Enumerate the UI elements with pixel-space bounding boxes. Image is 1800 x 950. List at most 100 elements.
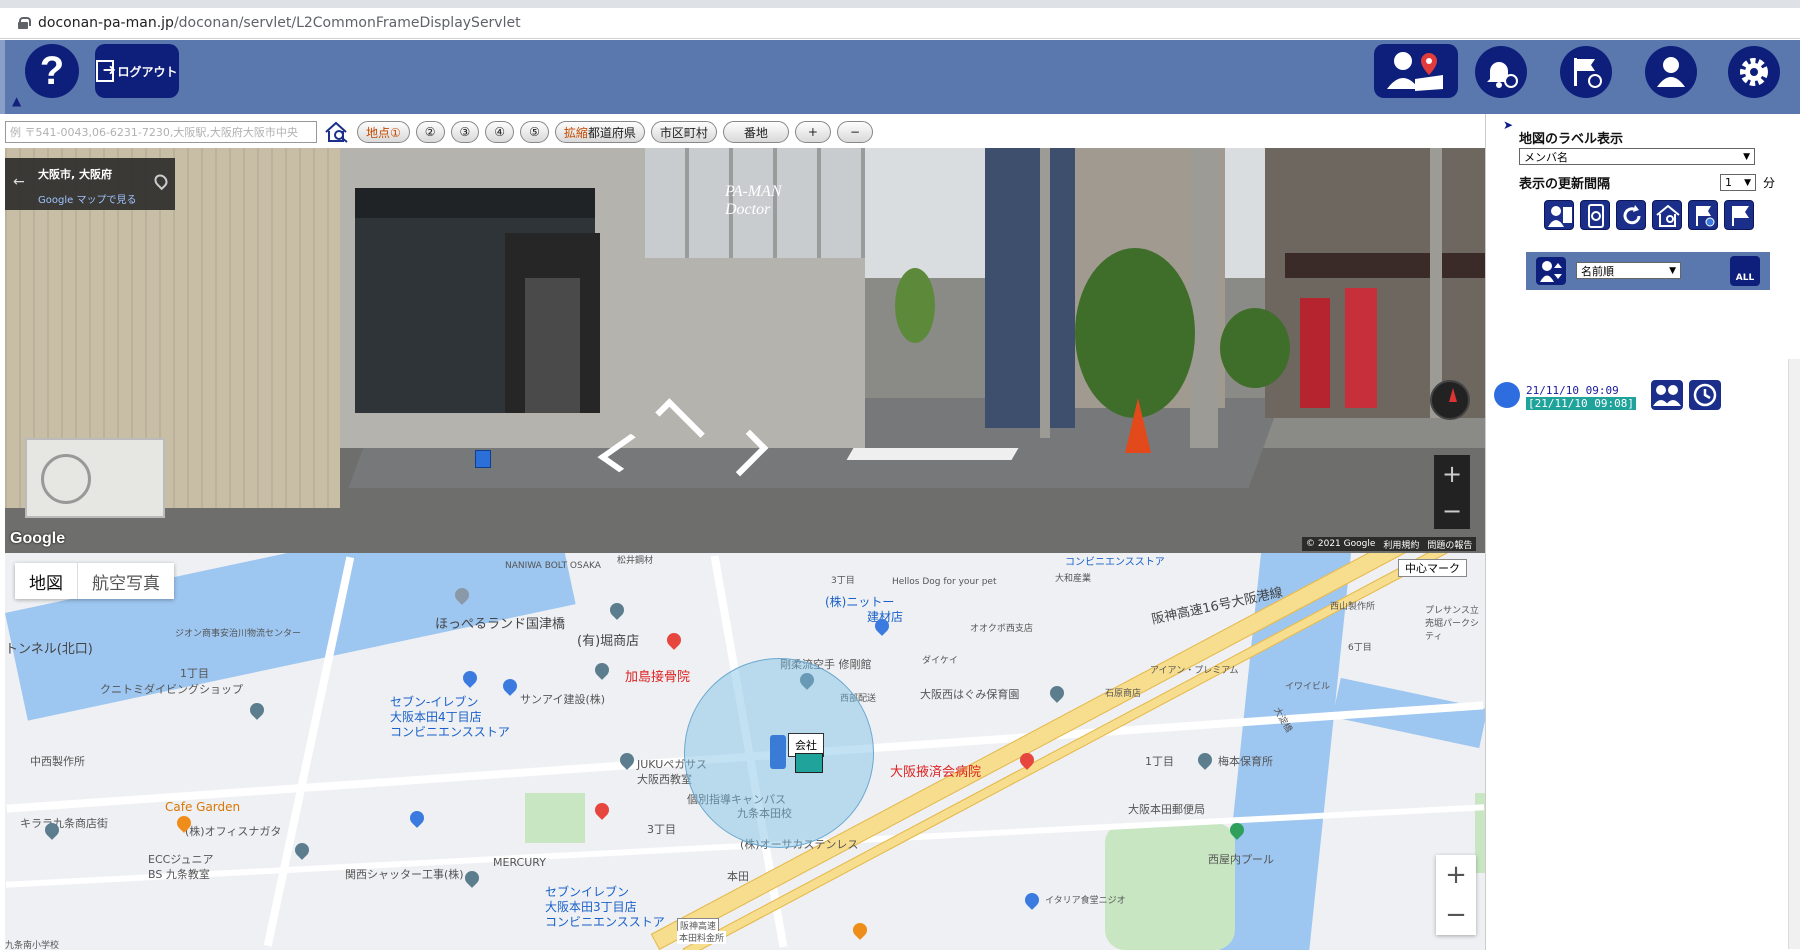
map-label-umemoto: 梅本保育所 <box>1218 755 1273 768</box>
home-search-panel-button[interactable] <box>1652 200 1682 230</box>
map-pin[interactable] <box>592 660 612 680</box>
sort-order-value: 名前順 <box>1581 264 1614 278</box>
sv-air-conditioner <box>25 438 165 518</box>
map-pin-blue[interactable] <box>460 668 480 688</box>
member-row[interactable]: 21/11/10 09:09 [21/11/10 09:08] <box>1494 376 1794 416</box>
map-pin-red[interactable] <box>592 800 612 820</box>
point-1-button[interactable]: 地点① <box>357 121 410 143</box>
home-search-button[interactable] <box>323 120 351 144</box>
map-label-conveni-top: コンビニエンスストア <box>1065 557 1165 568</box>
member-marker-icon[interactable] <box>770 735 786 769</box>
member-location-icon <box>1387 52 1443 91</box>
street-view-footer: © 2021 Google 利用規約 問題の報告 <box>1302 537 1477 551</box>
map-pin[interactable] <box>1047 683 1067 703</box>
map-pin[interactable] <box>292 840 312 860</box>
map-label-office: (株)オフィスナガタ <box>185 825 282 838</box>
notification-settings-button[interactable] <box>1475 46 1527 98</box>
sv-traffic-cone <box>1125 398 1151 453</box>
map-pin[interactable] <box>247 700 267 720</box>
member-group-button[interactable] <box>1651 380 1683 410</box>
map-label-sanai: サンアイ建設(株) <box>520 693 606 706</box>
map-zoom-out-button[interactable]: − <box>1445 900 1467 930</box>
sv-member-marker[interactable] <box>475 450 491 468</box>
all-label: ALL <box>1735 273 1755 283</box>
location-title: 大阪市, 大阪府 <box>38 168 113 181</box>
sv-entrance-inner <box>525 278 580 413</box>
open-in-gmaps-link[interactable]: Google マップで見る <box>38 191 136 206</box>
flag-search-button[interactable] <box>1688 200 1718 230</box>
map-label-chome6: 6丁目 <box>1348 643 1372 653</box>
map-type-aerial-button[interactable]: 航空写真 <box>78 563 174 599</box>
map-label-kato: 加島接骨院 <box>625 670 691 685</box>
map-pin-blue[interactable] <box>500 676 520 696</box>
map-label-horiyu: (有)堀商店 <box>577 634 640 649</box>
sort-order-select[interactable]: 名前順 ▼ <box>1576 262 1681 279</box>
settings-button[interactable] <box>1728 46 1780 98</box>
map-pin-blue[interactable] <box>1022 890 1042 910</box>
point-4-button[interactable]: ④ <box>485 121 515 143</box>
sv-zoom-in-button[interactable]: + <box>1442 460 1462 488</box>
point-2-button[interactable]: ② <box>415 121 445 143</box>
member-history-button[interactable] <box>1689 380 1721 410</box>
panel-scrollbar[interactable] <box>1788 359 1800 949</box>
help-button[interactable]: ? <box>25 44 79 98</box>
city-zoom-button[interactable]: 市区町村 <box>650 121 717 143</box>
member-list-icon <box>1548 206 1572 227</box>
map-label-seven-a3: コンビニエンスストア <box>390 725 510 739</box>
label-display-select[interactable]: メンバ名 ▼ <box>1519 148 1755 165</box>
map-label-hanshin-honden2: 本田料金所 <box>677 931 727 944</box>
member-vehicle-icon[interactable] <box>795 753 823 773</box>
flag-settings-button[interactable] <box>1560 46 1612 98</box>
map-pin-red[interactable] <box>664 630 684 650</box>
map-label-ecc: ECCジュニア <box>148 853 214 866</box>
chevron-down-icon: ▼ <box>1669 265 1676 276</box>
sort-button[interactable] <box>1536 257 1566 285</box>
point-3-button[interactable]: ③ <box>450 121 480 143</box>
zoom-in-button[interactable]: + <box>794 121 831 143</box>
address-search-input[interactable] <box>5 121 317 143</box>
map-type-map-button[interactable]: 地図 <box>15 563 78 599</box>
sv-building-blue <box>985 148 1075 428</box>
back-arrow-icon[interactable]: ← <box>13 174 25 190</box>
street-view-zoom-control: + − <box>1434 455 1470 529</box>
prefecture-zoom-button[interactable]: 拡縮 都道府県 <box>554 121 645 143</box>
map-pin-orange[interactable] <box>850 920 870 940</box>
user-profile-button[interactable] <box>1645 46 1697 98</box>
map-pin[interactable] <box>607 600 627 620</box>
address-bar[interactable]: doconan-pa-man.jp/doconan/servlet/L2Comm… <box>0 8 1800 39</box>
map-label-honden: 本田 <box>727 870 749 883</box>
sv-terms-link[interactable]: 利用規約 <box>1383 538 1419 551</box>
member-list-button[interactable] <box>1544 200 1574 230</box>
zoom-out-button[interactable]: − <box>836 121 874 143</box>
navigation-arrow-icon[interactable]: ▲ <box>12 94 21 108</box>
point-5-button[interactable]: ⑤ <box>520 121 549 143</box>
sv-zoom-out-button[interactable]: − <box>1442 497 1462 525</box>
refresh-interval-select[interactable]: 1 ▼ <box>1720 174 1756 191</box>
flag-view-button[interactable] <box>1724 200 1754 230</box>
refresh-button[interactable] <box>1616 200 1646 230</box>
logout-button[interactable]: ログアウト <box>95 44 179 98</box>
map-label-seven-b3: コンビニエンスストア <box>545 915 665 929</box>
label-display-heading: 地図のラベル表示 <box>1519 132 1624 147</box>
url-text[interactable]: doconan-pa-man.jp/doconan/servlet/L2Comm… <box>38 15 521 31</box>
logout-icon <box>96 60 116 82</box>
map-type-control: 地図 航空写真 <box>15 563 174 599</box>
map-pin[interactable] <box>462 868 482 888</box>
map-pin-blue[interactable] <box>407 808 427 828</box>
panel-toggle-arrow-icon[interactable]: ➤ <box>1503 118 1513 132</box>
map-pin[interactable] <box>1195 750 1215 770</box>
refresh-unit-label: 分 <box>1763 176 1776 190</box>
home-search-icon <box>1656 204 1680 227</box>
sort-icon <box>1540 261 1562 282</box>
show-all-button[interactable]: ALL <box>1730 256 1760 286</box>
map-label-kuni: クニトミダイビングショップ <box>100 683 243 696</box>
street-view-panel[interactable]: PA-MAN Doctor <box>5 148 1485 553</box>
member-map-button[interactable] <box>1374 44 1458 98</box>
lot-zoom-button[interactable]: 番地 <box>722 121 789 143</box>
center-mark-button[interactable]: 中心マーク <box>1398 559 1467 577</box>
compass-icon[interactable] <box>1430 380 1470 420</box>
sv-report-link[interactable]: 問題の報告 <box>1427 538 1472 551</box>
gear-icon <box>1740 58 1768 86</box>
map-zoom-in-button[interactable]: + <box>1445 860 1467 890</box>
refresh-device-button[interactable] <box>1580 200 1610 230</box>
